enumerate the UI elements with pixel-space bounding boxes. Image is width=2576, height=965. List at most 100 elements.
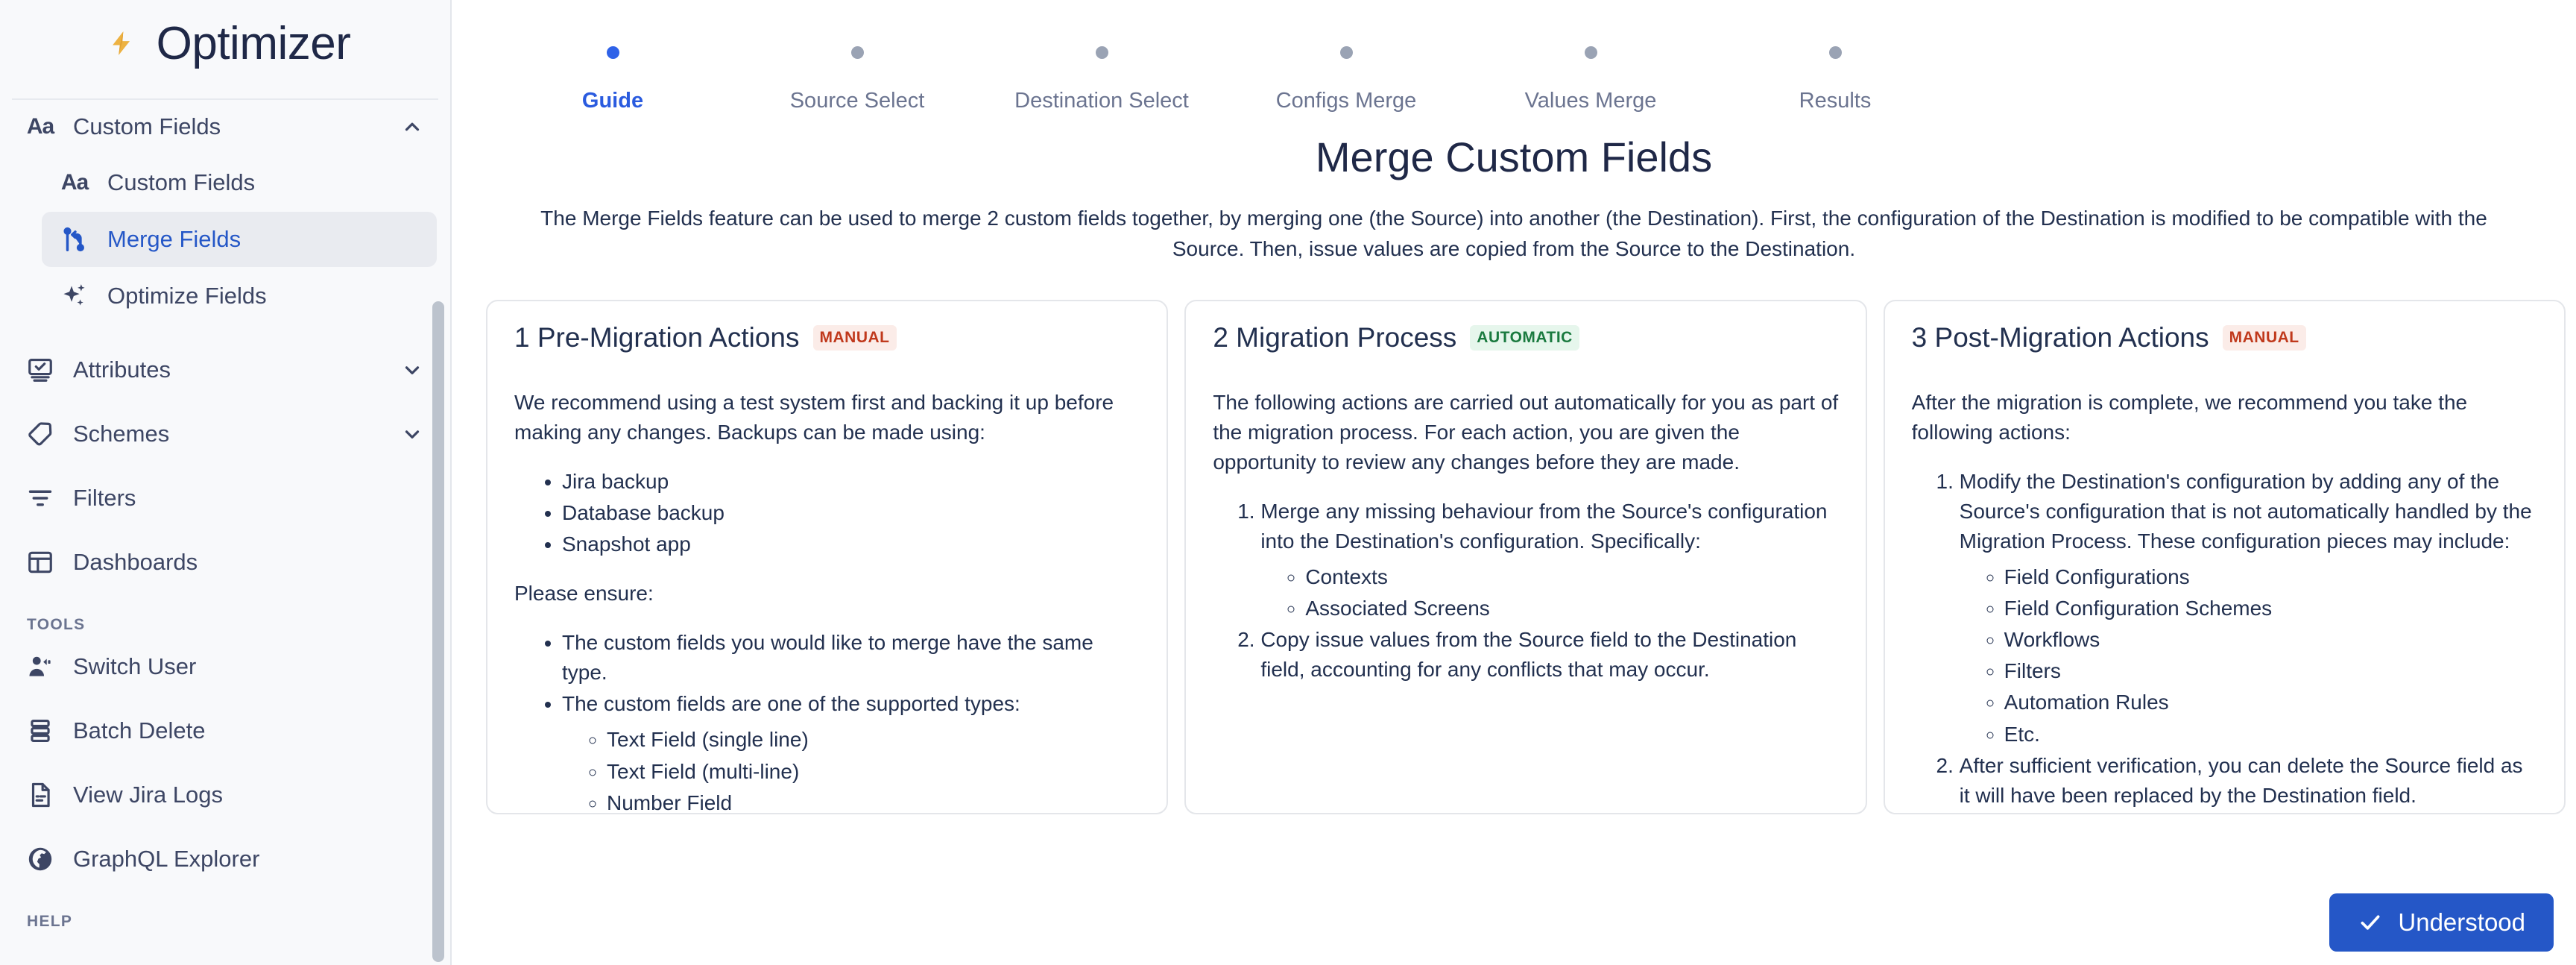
sidebar-item-label: Batch Delete [73, 717, 423, 744]
sidebar-scrollbar[interactable] [432, 301, 444, 962]
app-root: Optimizer Aa Custom Fields Aa Custom Fie… [0, 0, 2576, 965]
footer-actions: Understood [2329, 893, 2554, 952]
step-results[interactable]: Results [1713, 46, 1957, 113]
understood-button-label: Understood [2398, 908, 2525, 937]
list-item: Contexts [1305, 562, 1838, 592]
sidebar-item-label: Dashboards [73, 549, 423, 576]
list-item: Jira backup [562, 467, 1140, 497]
brand-logo[interactable]: Optimizer [0, 0, 450, 98]
list-item: Number Field [607, 788, 1140, 815]
step-configs-merge[interactable]: Configs Merge [1224, 46, 1468, 113]
card-header: 1 Pre-Migration Actions MANUAL [514, 322, 1140, 353]
sidebar-item-custom-fields[interactable]: Aa Custom Fields [42, 155, 437, 210]
switch-user-icon [25, 652, 55, 682]
step-destination-select[interactable]: Destination Select [979, 46, 1224, 113]
post-migration-step-sublist: Field Configurations Field Configuration… [1960, 562, 2537, 749]
step-dot-icon [1585, 46, 1597, 59]
sidebar-item-optimize-fields[interactable]: Optimize Fields [42, 268, 437, 324]
supported-types-list: Text Field (single line) Text Field (mul… [562, 725, 1140, 814]
sidebar-item-batch-delete[interactable]: Batch Delete [12, 704, 438, 758]
status-badge: MANUAL [2223, 325, 2306, 351]
sidebar-item-label: Optimize Fields [107, 283, 267, 309]
sidebar-item-dashboards[interactable]: Dashboards [12, 535, 438, 589]
list-item-text: Modify the Destination's configuration b… [1960, 470, 2532, 553]
dashboard-icon [25, 547, 55, 577]
list-item-text: The custom fields are one of the support… [562, 692, 1020, 715]
status-badge: AUTOMATIC [1470, 325, 1579, 351]
check-icon [2358, 910, 2383, 935]
sidebar-item-switch-user[interactable]: Switch User [12, 640, 438, 694]
sidebar-item-label: Custom Fields [107, 169, 255, 196]
post-migration-steps-list: Modify the Destination's configuration b… [1912, 467, 2537, 810]
migration-steps-list: Merge any missing behaviour from the Sou… [1213, 497, 1838, 685]
checkbox-screen-icon [25, 355, 55, 385]
card-title: 3 Post-Migration Actions [1912, 322, 2209, 353]
sparkles-icon [60, 281, 89, 311]
sidebar-item-label: Merge Fields [107, 226, 241, 253]
list-item: After sufficient verification, you can d… [1960, 751, 2537, 811]
list-item: Text Field (single line) [607, 725, 1140, 755]
sidebar-group-custom-fields[interactable]: Aa Custom Fields [12, 100, 438, 154]
chevron-down-icon[interactable] [401, 423, 423, 445]
step-label: Destination Select [1014, 89, 1189, 113]
sidebar-group-label: Custom Fields [73, 113, 401, 140]
list-item: Snapshot app [562, 529, 1140, 559]
step-source-select[interactable]: Source Select [735, 46, 979, 113]
status-badge: MANUAL [813, 325, 897, 351]
step-dot-icon [1829, 46, 1842, 59]
sidebar-item-label: GraphQL Explorer [73, 846, 423, 873]
list-item: Etc. [2004, 720, 2537, 749]
card-migration-process: 2 Migration Process AUTOMATIC The follow… [1184, 300, 1866, 814]
sidebar-group-label: Schemes [73, 421, 401, 447]
step-label: Source Select [790, 89, 925, 113]
list-item: Associated Screens [1305, 594, 1838, 623]
sidebar-item-filters[interactable]: Filters [12, 471, 438, 525]
card-paragraph: Please ensure: [514, 579, 1140, 609]
sidebar-item-graphql-explorer[interactable]: GraphQL Explorer [12, 832, 438, 886]
sidebar-item-label: View Jira Logs [73, 782, 423, 808]
list-item: Field Configurations [2004, 562, 2537, 592]
globe-icon [25, 844, 55, 874]
sidebar-nav: Aa Custom Fields Aa Custom Fields [0, 100, 450, 931]
main-content: Guide Source Select Destination Select C… [452, 0, 2576, 965]
sidebar-group-label: Attributes [73, 356, 401, 383]
card-title: 2 Migration Process [1213, 322, 1456, 353]
wizard-stepper: Guide Source Select Destination Select C… [490, 0, 2576, 113]
list-item: Text Field (multi-line) [607, 757, 1140, 787]
list-item: Modify the Destination's configuration b… [1960, 467, 2537, 749]
list-item: Copy issue values from the Source field … [1260, 625, 1838, 685]
step-dot-icon [1340, 46, 1353, 59]
sidebar-section-help: HELP [0, 913, 450, 931]
sidebar-group-schemes[interactable]: Schemes [12, 407, 438, 461]
card-title: 1 Pre-Migration Actions [514, 322, 800, 353]
understood-button[interactable]: Understood [2329, 893, 2554, 952]
step-label: Guide [582, 89, 643, 113]
step-dot-icon [1096, 46, 1108, 59]
page-title: Merge Custom Fields [452, 133, 2576, 181]
sidebar-group-attributes[interactable]: Attributes [12, 343, 438, 397]
step-dot-icon [851, 46, 864, 59]
list-item: Automation Rules [2004, 688, 2537, 717]
list-item-text: Merge any missing behaviour from the Sou… [1260, 500, 1827, 553]
ensure-list: The custom fields you would like to merg… [514, 628, 1140, 814]
chevron-down-icon[interactable] [401, 359, 423, 381]
list-item: Workflows [2004, 625, 2537, 655]
step-guide[interactable]: Guide [490, 46, 735, 113]
card-paragraph: We recommend using a test system first a… [514, 388, 1140, 447]
sidebar-item-view-jira-logs[interactable]: View Jira Logs [12, 768, 438, 822]
card-pre-migration-actions: 1 Pre-Migration Actions MANUAL We recomm… [486, 300, 1168, 814]
list-item: The custom fields you would like to merg… [562, 628, 1140, 688]
sidebar-item-merge-fields[interactable]: Merge Fields [42, 212, 437, 267]
brand-name: Optimizer [157, 17, 351, 70]
chevron-up-icon[interactable] [401, 116, 423, 138]
aa-text-icon: Aa [25, 112, 55, 142]
step-label: Configs Merge [1276, 89, 1417, 113]
list-item: The custom fields are one of the support… [562, 689, 1140, 814]
migration-step-sublist: Contexts Associated Screens [1260, 562, 1838, 623]
sidebar-item-label: Filters [73, 485, 423, 512]
card-paragraph: The following actions are carried out au… [1213, 388, 1838, 477]
document-log-icon [25, 780, 55, 810]
step-values-merge[interactable]: Values Merge [1468, 46, 1713, 113]
card-header: 2 Migration Process AUTOMATIC [1213, 322, 1838, 353]
filter-icon [25, 483, 55, 513]
